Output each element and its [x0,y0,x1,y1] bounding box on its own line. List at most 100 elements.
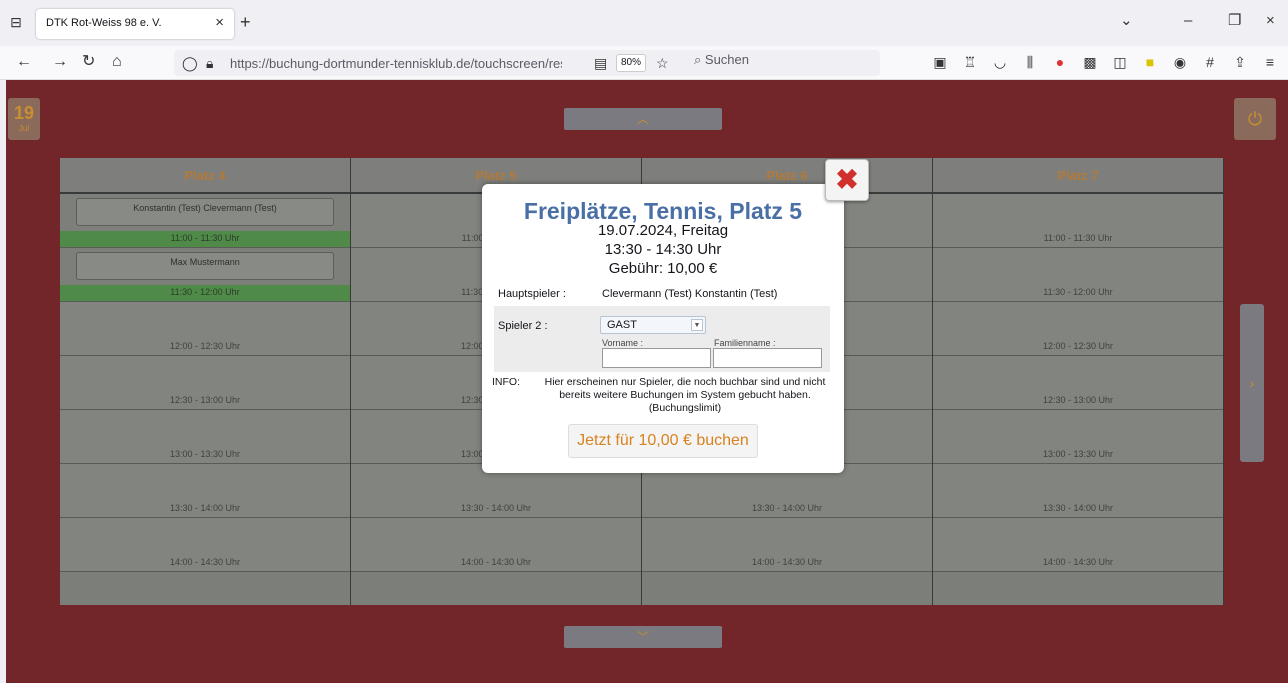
chevron-up-icon: ︿ [636,112,649,126]
slot-time: 12:30 - 13:00 Uhr [1042,395,1114,405]
scroll-right-button[interactable]: › [1240,304,1264,462]
date-month: Jul [18,124,30,133]
time-slot[interactable]: 11:30 - 12:00 Uhr [933,248,1223,302]
url-host: https://buchung-dortmunder-tennisklub.de [230,56,471,71]
tab-overflow-chevron-icon[interactable]: ⌄ [1120,12,1133,30]
menu-icon[interactable]: ≡ [1262,54,1278,70]
browser-nav-bar: ← → ↻ ⌂ ◯ 🔒︎ https://buchung-dortmunder-… [0,46,1288,80]
time-slot[interactable]: Konstantin (Test) Clevermann (Test) 11:00… [60,194,350,248]
date-day: 19 [13,103,35,123]
time-slot[interactable]: 13:30 - 14:00 Uhr [933,464,1223,518]
tracking-shield-icon[interactable]: ◯ [182,54,198,72]
forward-icon[interactable]: → [52,53,68,71]
dialog-time: 13:30 - 14:30 Uhr [604,241,722,258]
time-slot[interactable]: 13:00 - 13:30 Uhr [933,410,1223,464]
player2-label: Spieler 2 : [498,320,548,332]
url-bar[interactable]: ◯ 🔒︎ https://buchung-dortmunder-tenniskl… [174,50,880,76]
minimize-icon[interactable]: – [1184,12,1192,30]
firstname-input[interactable] [602,348,711,368]
slot-time: 14:00 - 14:30 Uhr [460,557,532,567]
tab-list-icon[interactable]: ⊟ [8,14,24,30]
firstname-label: Vorname : [602,338,644,348]
bookmark-star-icon[interactable]: ☆ [656,54,669,72]
time-slot[interactable]: 12:30 - 13:00 Uhr [60,356,350,410]
dialog-title: Freiplätze, Tennis, Platz 5 [523,198,803,224]
new-tab-icon[interactable]: + [240,13,251,31]
tab-close-icon[interactable]: × [215,14,224,31]
slot-time: 13:00 - 13:30 Uhr [1042,449,1114,459]
url-text[interactable]: https://buchung-dortmunder-tennisklub.de… [230,56,562,71]
slot-time: 11:30 - 12:00 Uhr [170,287,240,297]
slot-player-name: Max Mustermann [76,252,334,280]
slot-time: 13:30 - 14:00 Uhr [169,503,241,513]
time-slot[interactable]: 12:00 - 12:30 Uhr [933,302,1223,356]
search-extension-icon[interactable]: ■ [1142,54,1158,70]
time-slot[interactable]: Max Mustermann 11:30 - 12:00 Uhr [60,248,350,302]
time-slot[interactable]: 14:00 - 14:30 Uhr [351,518,641,572]
chevron-down-icon: ﹀ [636,630,649,644]
time-slot[interactable]: 12:30 - 13:00 Uhr [933,356,1223,410]
time-slot[interactable]: 14:00 - 14:30 Uhr [642,518,932,572]
slot-time: 13:00 - 13:30 Uhr [169,449,241,459]
scroll-down-button[interactable]: ﹀ [564,626,722,648]
slot-time: 14:00 - 14:30 Uhr [751,557,823,567]
screenshot-icon[interactable]: ▣ [932,54,948,70]
slot-time: 11:00 - 11:30 Uhr [170,233,240,243]
slot-time: 11:30 - 12:00 Uhr [1043,287,1113,297]
help-extension-icon[interactable]: ▩ [1082,54,1098,70]
restore-icon[interactable]: ❐ [1228,12,1241,30]
select-arrow-icon: ▼ [691,319,703,331]
home-icon[interactable]: ⌂ [112,53,122,71]
scroll-up-button[interactable]: ︿ [564,108,722,130]
time-slot[interactable]: 14:00 - 14:30 Uhr [933,518,1223,572]
time-slot[interactable]: 13:00 - 13:30 Uhr [60,410,350,464]
book-button[interactable]: Jetzt für 10,00 € buchen [568,424,758,458]
court-column-header: Platz 4 [60,158,350,194]
lastname-label: Familienname : [714,338,776,348]
search-placeholder: Suchen [704,52,749,67]
power-icon: ⏻ [1247,109,1263,129]
dialog-date: 19.07.2024, Freitag [597,222,729,239]
sidebar-icon[interactable]: ◫ [1112,54,1128,70]
court-column-header: Platz 7 [933,158,1223,194]
adblock-icon[interactable]: ● [1052,54,1068,70]
court-column: Platz 4 Konstantin (Test) Clevermann (Tes… [60,158,351,605]
slot-player-name: Konstantin (Test) Clevermann (Test) [76,198,334,226]
extension-icon[interactable]: ♖ [962,54,978,70]
time-slot[interactable]: 13:30 - 14:00 Uhr [60,464,350,518]
zoom-badge[interactable]: 80% [616,54,646,72]
slot-time: 14:00 - 14:30 Uhr [169,557,241,567]
tab-title: DTK Rot-Weiss 98 e. V. [46,17,162,29]
share-icon[interactable]: ⇪ [1232,54,1248,70]
reload-icon[interactable]: ↻ [82,53,95,71]
pocket-icon[interactable]: ◡ [992,54,1008,70]
extensions-grid-icon[interactable]: # [1202,54,1218,70]
browser-tab[interactable]: DTK Rot-Weiss 98 e. V. × [36,9,234,39]
back-icon[interactable]: ← [16,53,32,71]
booking-dialog: Freiplätze, Tennis, Platz 5 19.07.2024, … [482,184,844,473]
chevron-right-icon: › [1249,375,1255,391]
account-icon[interactable]: ◉ [1172,54,1188,70]
date-button[interactable]: 19 Jul [8,98,40,140]
dialog-close-button[interactable]: ✖ [825,159,869,201]
reader-view-icon[interactable]: ▤ [594,54,607,72]
court-column: Platz 7 11:00 - 11:30 Uhr 11:30 - 12:00 Uh… [933,158,1224,605]
slot-time: 11:00 - 11:30 Uhr [1043,233,1113,243]
player2-select[interactable]: GAST ▼ [600,316,706,334]
time-slot[interactable]: 11:00 - 11:30 Uhr [933,194,1223,248]
main-player-value: Clevermann (Test) Konstantin (Test) [602,288,778,300]
lastname-input[interactable] [713,348,822,368]
info-prefix: INFO: [492,376,520,388]
close-x-icon: ✖ [835,164,859,195]
lock-icon[interactable]: 🔒︎ [206,54,213,72]
time-slot[interactable]: 12:00 - 12:30 Uhr [60,302,350,356]
slot-time: 12:00 - 12:30 Uhr [169,341,241,351]
close-window-icon[interactable]: × [1266,12,1275,30]
library-icon[interactable]: ⫼ [1022,54,1038,70]
main-player-label: Hauptspieler : [498,288,566,300]
time-slot[interactable]: 14:00 - 14:30 Uhr [60,518,350,572]
slot-time: 12:00 - 12:30 Uhr [1042,341,1114,351]
search-input[interactable]: ⌕ Suchen [694,52,749,68]
logout-button[interactable]: ⏻ [1234,98,1276,140]
player2-selected-value: GAST [607,319,637,331]
